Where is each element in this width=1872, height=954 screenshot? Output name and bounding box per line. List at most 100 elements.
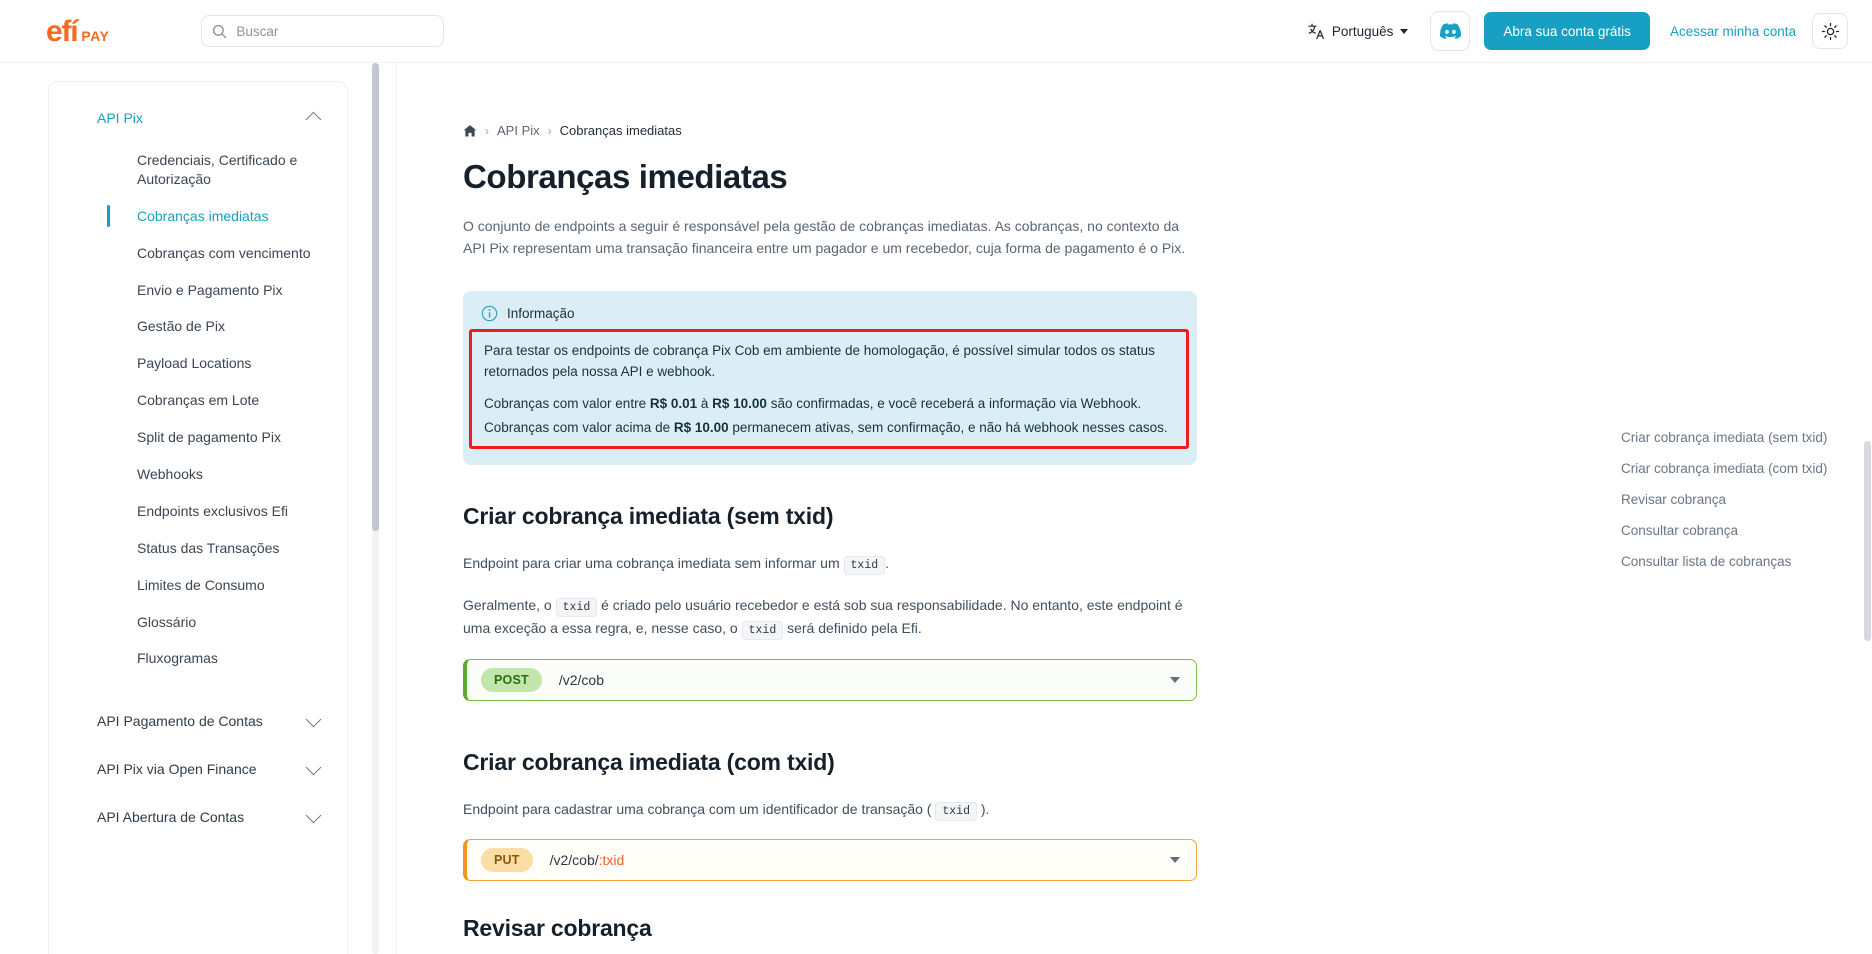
info-callout-header: Informação — [481, 305, 1179, 322]
sidebar-collapsed-groups: API Pagamento de Contas API Pix via Open… — [49, 697, 347, 841]
sidebar-item-fluxogramas[interactable]: Fluxogramas — [49, 640, 347, 677]
sidebar-group-label: API Pagamento de Contas — [97, 713, 263, 730]
content-column: › API Pix › Cobranças imediatas Cobrança… — [397, 63, 1197, 942]
sidebar-item-cobrancas-em-lote[interactable]: Cobranças em Lote — [49, 382, 347, 419]
page-scrollbar-thumb[interactable] — [1864, 441, 1871, 641]
search-input[interactable]: Buscar — [201, 15, 445, 47]
toc-item-criar-com-txid[interactable]: Criar cobrança imediata (com txid) — [1621, 454, 1872, 485]
inline-code-txid: txid — [843, 556, 886, 576]
info-callout-title: Informação — [507, 306, 575, 322]
http-method-badge: POST — [481, 667, 542, 692]
search-placeholder-text: Buscar — [236, 23, 279, 39]
sidebar-item-glossario[interactable]: Glossário — [49, 604, 347, 641]
toc-item-consultar-lista[interactable]: Consultar lista de cobranças — [1621, 547, 1872, 578]
callout-p2-amount-min: R$ 0.01 — [649, 395, 698, 411]
s1-p2-post: será definido pela Efi. — [783, 620, 922, 637]
breadcrumb-item-current: Cobranças imediatas — [559, 123, 682, 138]
sidebar-group-api-pagamento-contas[interactable]: API Pagamento de Contas — [49, 697, 347, 745]
section-heading-revisar-cobranca: Revisar cobrança — [463, 914, 652, 941]
table-of-contents: Criar cobrança imediata (sem txid) Criar… — [1621, 423, 1872, 577]
page-title: Cobranças imediatas — [463, 158, 788, 195]
breadcrumb-separator: › — [547, 123, 552, 138]
info-callout: Informação Para testar os endpoints de c… — [463, 291, 1197, 466]
chevron-up-icon — [305, 111, 322, 128]
endpoint-path: /v2/cob — [559, 672, 604, 688]
sidebar-scrollbar-thumb[interactable] — [372, 63, 379, 531]
page-intro-paragraph: O conjunto de endpoints a seguir é respo… — [463, 218, 1186, 256]
sidebar-item-envio-pagamento-pix[interactable]: Envio e Pagamento Pix — [49, 272, 347, 309]
discord-icon — [1439, 23, 1461, 39]
toc-item-criar-sem-txid[interactable]: Criar cobrança imediata (sem txid) — [1621, 423, 1872, 454]
s2-p1-post: ). — [976, 800, 990, 817]
sidebar-card: API Pix Credenciais, Certificado e Autor… — [48, 81, 348, 954]
inline-code-txid: txid — [741, 621, 784, 641]
login-link[interactable]: Acessar minha conta — [1670, 24, 1796, 39]
callout-paragraph-1: Para testar os endpoints de cobrança Pix… — [484, 343, 1155, 379]
sun-icon — [1821, 22, 1840, 41]
breadcrumb-separator: › — [485, 123, 489, 138]
endpoint-row-post-v2-cob[interactable]: POST /v2/cob — [463, 658, 1197, 701]
logo-wordmark: efí — [46, 15, 79, 48]
toc-item-revisar-cobranca[interactable]: Revisar cobrança — [1621, 485, 1872, 516]
endpoint-path-text: /v2/cob/ — [549, 851, 599, 868]
sidebar-item-endpoints-exclusivos[interactable]: Endpoints exclusivos Efi — [49, 493, 347, 530]
efi-pay-logo[interactable]: efí PAY — [46, 15, 110, 48]
sidebar-item-credenciais[interactable]: Credenciais, Certificado e Autorização — [49, 142, 347, 198]
s1-p1-pre: Endpoint para criar uma cobrança imediat… — [463, 555, 844, 572]
info-icon — [481, 305, 498, 322]
callout-p3-pre: Cobranças com valor acima de — [484, 420, 674, 436]
main-content: › API Pix › Cobranças imediatas Cobrança… — [396, 63, 1872, 954]
section-2-paragraph-1: Endpoint para cadastrar uma cobrança com… — [463, 798, 1197, 821]
chevron-down-icon — [305, 711, 322, 728]
sidebar-item-payload-locations[interactable]: Payload Locations — [49, 345, 347, 382]
sidebar-group-api-pix[interactable]: API Pix — [49, 104, 347, 132]
search-icon — [212, 24, 227, 39]
sidebar-item-status-transacoes[interactable]: Status das Transações — [49, 530, 347, 567]
endpoint-row-put-v2-cob-txid[interactable]: PUT /v2/cob/:txid — [463, 838, 1197, 881]
callout-p3-post: permanecem ativas, sem confirmação, e nã… — [728, 420, 1168, 436]
section-1-paragraph-2: Geralmente, o txid é criado pelo usuário… — [463, 594, 1197, 641]
sidebar-item-cobrancas-imediatas[interactable]: Cobranças imediatas — [49, 198, 347, 235]
chevron-down-icon — [305, 759, 322, 776]
inline-code-txid: txid — [935, 801, 977, 821]
callout-p2-pre: Cobranças com valor entre — [484, 395, 650, 411]
top-header: efí PAY Buscar Português Abra sua conta … — [0, 0, 1872, 63]
page-scrollbar-track[interactable] — [1864, 63, 1872, 954]
s1-p2-pre: Geralmente, o — [463, 596, 556, 613]
search-container: Buscar — [201, 15, 445, 47]
language-label: Português — [1331, 23, 1394, 39]
inline-code-txid: txid — [555, 597, 598, 617]
home-icon[interactable] — [463, 124, 477, 138]
breadcrumb: › API Pix › Cobranças imediatas — [463, 123, 1197, 138]
http-method-badge: PUT — [481, 847, 533, 872]
sidebar-item-list: Credenciais, Certificado e Autorização C… — [49, 142, 347, 677]
sidebar-nav: API Pix Credenciais, Certificado e Autor… — [0, 63, 396, 954]
breadcrumb-item-api-pix[interactable]: API Pix — [497, 123, 540, 138]
chevron-down-icon — [1400, 28, 1409, 34]
section-heading-criar-sem-txid: Criar cobrança imediata (sem txid) — [463, 503, 834, 530]
theme-toggle-button[interactable] — [1812, 13, 1848, 49]
callout-paragraph-2: Cobranças com valor entre R$ 0.01 à R$ 1… — [484, 394, 1186, 414]
language-selector[interactable]: Português — [1299, 16, 1417, 47]
toc-item-consultar-cobranca[interactable]: Consultar cobrança — [1621, 516, 1872, 547]
discord-button[interactable] — [1430, 11, 1471, 51]
callout-paragraph-3: Cobranças com valor acima de R$ 10.00 pe… — [484, 418, 1186, 438]
chevron-down-icon[interactable] — [1170, 856, 1180, 863]
sidebar-item-split-pagamento-pix[interactable]: Split de pagamento Pix — [49, 419, 347, 456]
sidebar-item-limites-consumo[interactable]: Limites de Consumo — [49, 567, 347, 604]
page-shell: API Pix Credenciais, Certificado e Autor… — [0, 63, 1872, 954]
sidebar-group-label: API Abertura de Contas — [97, 809, 245, 826]
callout-p2-post: são confirmadas, e você receberá a infor… — [766, 395, 1142, 411]
sidebar-item-cobrancas-com-vencimento[interactable]: Cobranças com vencimento — [49, 235, 347, 272]
chevron-down-icon[interactable] — [1170, 676, 1180, 683]
s2-p1-pre: Endpoint para cadastrar uma cobrança com… — [463, 800, 936, 817]
sidebar-group-api-pix-open-finance[interactable]: API Pix via Open Finance — [49, 745, 347, 793]
sidebar-group-api-abertura-contas[interactable]: API Abertura de Contas — [49, 793, 347, 841]
create-account-button[interactable]: Abra sua conta grátis — [1484, 12, 1650, 50]
callout-p2-mid: à — [697, 395, 713, 411]
sidebar-item-gestao-de-pix[interactable]: Gestão de Pix — [49, 308, 347, 345]
callout-p3-amount: R$ 10.00 — [673, 420, 729, 436]
sidebar-item-webhooks[interactable]: Webhooks — [49, 456, 347, 493]
logo-pay-suffix: PAY — [81, 28, 110, 44]
callout-p2-amount-max: R$ 10.00 — [712, 395, 767, 411]
